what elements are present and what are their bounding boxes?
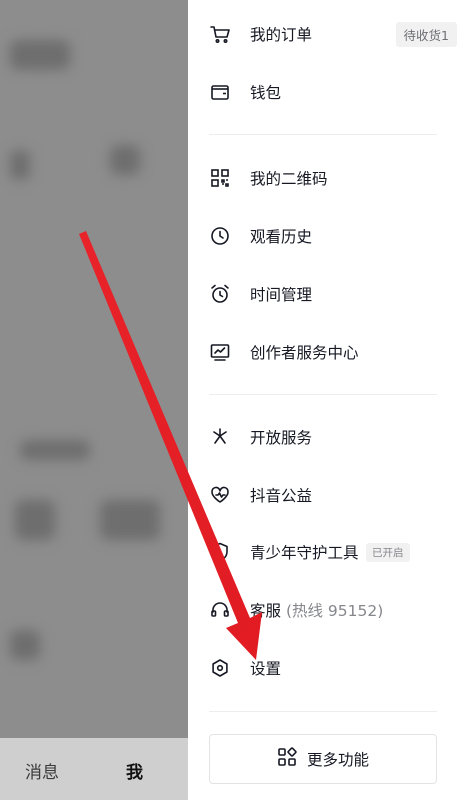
menu-item-label: 青少年守护工具: [250, 544, 359, 562]
menu-item-label: 时间管理: [250, 286, 313, 304]
menu-item-time-management[interactable]: 时间管理: [188, 274, 473, 314]
cart-icon: [209, 23, 231, 45]
settings-icon: [209, 657, 231, 679]
grid-icon: [277, 747, 307, 771]
tab-me[interactable]: 我: [126, 758, 143, 783]
menu-item-label: 我的订单: [250, 26, 313, 44]
menu-item-label: 我的二维码: [250, 170, 328, 188]
divider: [209, 134, 437, 135]
menu-item-creator-center[interactable]: 创作者服务中心: [188, 332, 473, 372]
menu-item-label: 客服 (热线 95152): [250, 599, 383, 621]
menu-item-label: 抖音公益: [250, 487, 313, 505]
blurred-background-page: 消息 我: [0, 0, 188, 800]
customer-service-label: 客服: [250, 602, 282, 620]
menu-item-label: 开放服务: [250, 429, 313, 447]
clock-icon: [209, 225, 231, 247]
menu-item-charity[interactable]: 抖音公益: [188, 475, 473, 515]
headset-icon: [209, 599, 231, 621]
hotline-text: (热线 95152): [285, 602, 384, 620]
tab-messages[interactable]: 消息: [25, 758, 59, 783]
bottom-tab-bar: 消息 我: [0, 738, 188, 800]
menu-item-qr-code[interactable]: 我的二维码: [188, 158, 473, 198]
menu-item-label: 钱包: [250, 84, 282, 102]
menu-item-label: 创作者服务中心: [250, 344, 359, 362]
status-badge: 已开启: [366, 542, 410, 562]
menu-item-open-services[interactable]: 开放服务: [188, 417, 473, 457]
menu-item-youth-protection[interactable]: 青少年守护工具 已开启: [188, 532, 473, 572]
youth-shield-icon: [209, 541, 231, 563]
more-features-label: 更多功能: [306, 751, 369, 769]
alarm-clock-icon: [209, 283, 231, 305]
qr-code-icon: [209, 167, 231, 189]
menu-item-orders[interactable]: 我的订单 待收货1: [188, 14, 473, 54]
menu-item-label: 设置: [250, 660, 282, 678]
more-features-button[interactable]: 更多功能: [209, 734, 437, 784]
side-drawer: 我的订单 待收货1 钱包 我的二维码 观看历史 时间管理 创作者服务中心 开放服…: [188, 0, 473, 800]
menu-item-customer-service[interactable]: 客服 (热线 95152): [188, 590, 473, 630]
status-badge: 待收货1: [395, 21, 457, 47]
menu-item-settings[interactable]: 设置: [188, 648, 473, 688]
divider: [209, 394, 437, 395]
menu-item-wallet[interactable]: 钱包: [188, 72, 473, 112]
divider: [209, 711, 437, 712]
open-service-icon: [209, 426, 231, 448]
menu-item-watch-history[interactable]: 观看历史: [188, 216, 473, 256]
wallet-icon: [209, 81, 231, 103]
charity-heart-icon: [209, 484, 231, 506]
creator-chart-icon: [209, 341, 231, 363]
menu-item-label: 观看历史: [250, 228, 313, 246]
